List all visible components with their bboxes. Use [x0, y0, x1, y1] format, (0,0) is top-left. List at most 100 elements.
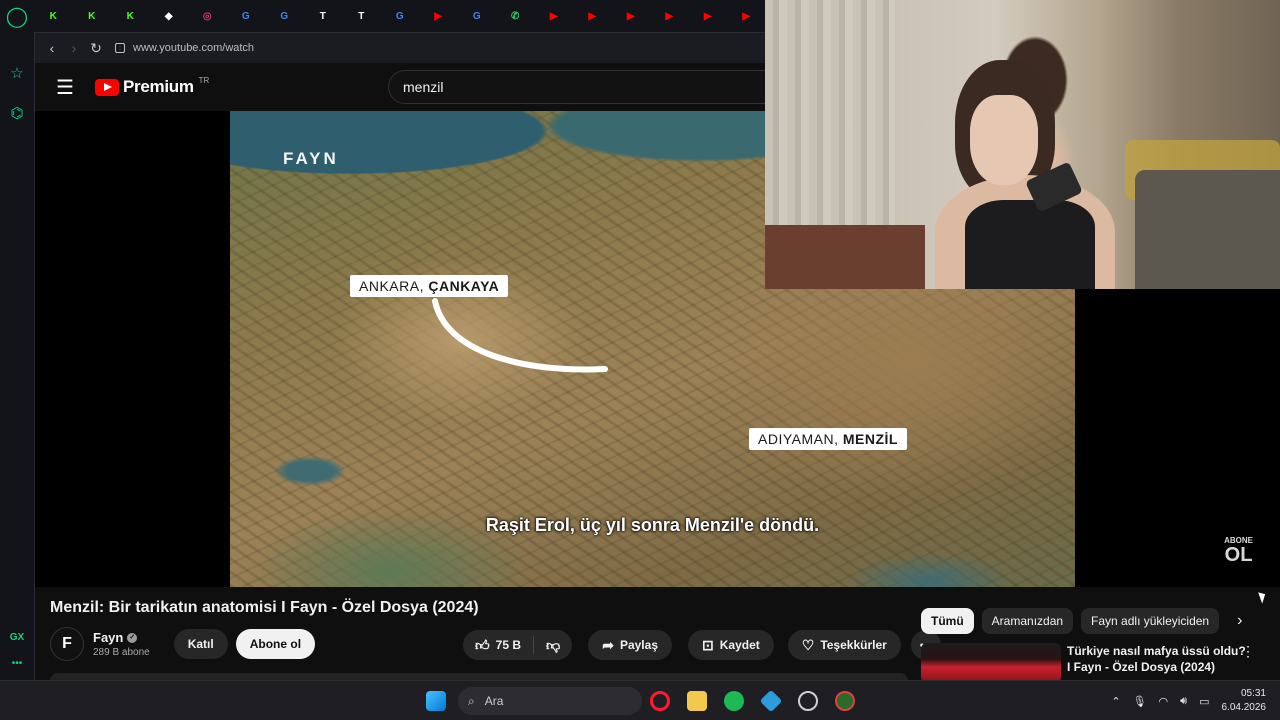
opera-gx-taskbar-icon[interactable]: [650, 691, 670, 711]
tab-icon: ◆: [164, 10, 173, 22]
youtube-icon: ▶: [742, 10, 751, 22]
like-button[interactable]: 👍︎ 75 B: [463, 630, 533, 660]
related-thumbnail[interactable]: [921, 643, 1061, 681]
system-tray: ⌃ 🎙︎ ◠ 🔊︎ ▭ 05:31 6.04.2026: [1111, 681, 1280, 720]
map-label-adiyaman-district: MENZİL: [842, 431, 898, 447]
related-video[interactable]: Türkiye nasıl mafya üssü oldu? I Fayn - …: [921, 641, 1271, 681]
chip-from-uploader[interactable]: Fayn adlı yükleyiciden: [1081, 608, 1220, 634]
bookmark-icon: ⊡: [702, 636, 714, 653]
google-icon: G: [395, 10, 404, 22]
kick-icon: K: [49, 10, 57, 22]
app-icon[interactable]: [759, 689, 783, 713]
like-count: 75 B: [495, 638, 521, 652]
thanks-label: Teşekkürler: [820, 638, 887, 652]
pinned-tab[interactable]: ▶: [573, 0, 612, 32]
chevron-right-icon[interactable]: ›: [1237, 612, 1242, 630]
webcam-overlay: [765, 0, 1280, 289]
thumbs-down-icon: 👎︎: [546, 636, 561, 653]
join-label: Katıl: [187, 637, 214, 651]
channel-info: Fayn ✓ 289 B abone: [93, 630, 150, 658]
instagram-icon: ◎: [202, 10, 212, 22]
thumbs-up-icon: 👍︎: [475, 636, 490, 653]
avatar[interactable]: F: [50, 627, 84, 661]
pinned-tab[interactable]: ◎: [188, 0, 227, 32]
video-title: Menzil: Bir tarikatın anatomisi I Fayn -…: [50, 599, 479, 616]
pinned-tab[interactable]: K: [111, 0, 150, 32]
share-button[interactable]: ➦ Paylaş: [588, 630, 672, 660]
volume-icon[interactable]: 🔊︎: [1180, 695, 1187, 708]
pinned-tab[interactable]: ▶: [650, 0, 689, 32]
back-icon[interactable]: ‹: [41, 40, 63, 56]
chevron-up-icon[interactable]: ⌃: [1111, 695, 1120, 708]
pinned-tab[interactable]: ▶: [612, 0, 651, 32]
screen: ◯ KKK◆◎GGTTG▶G✆▶▶▶▶▶▶K ☆ ⌬ GX ••• ‹ › ↻ …: [0, 0, 1280, 720]
spotify-icon[interactable]: [724, 691, 744, 711]
subscribe-label: Abone ol: [249, 637, 302, 651]
microphone-icon[interactable]: 🎙︎: [1133, 695, 1147, 708]
pinned-tab[interactable]: ▶: [419, 0, 458, 32]
pinned-tab[interactable]: ▶: [535, 0, 574, 32]
subscribe-button[interactable]: Abone ol: [235, 629, 316, 659]
related-title[interactable]: Türkiye nasıl mafya üssü oldu? I Fayn - …: [1067, 643, 1247, 675]
share-label: Paylaş: [619, 638, 658, 652]
taskbar-search[interactable]: ⌕ Ara: [458, 687, 642, 715]
pinned-tab[interactable]: G: [265, 0, 304, 32]
map-label-ankara-district: ÇANKAYA: [428, 278, 500, 294]
channel-name-row[interactable]: Fayn ✓: [93, 630, 150, 645]
gx-control-icon[interactable]: GX: [0, 632, 34, 643]
kick-icon: K: [126, 10, 134, 22]
taskbar-search-placeholder: Ara: [484, 694, 504, 708]
pinned-tab[interactable]: ✆: [496, 0, 535, 32]
webcam-face: [970, 95, 1038, 185]
related-filter-chips: Tümü Aramanızdan Fayn adlı yükleyiciden …: [921, 608, 1242, 634]
verified-icon: ✓: [127, 632, 138, 643]
thanks-button[interactable]: ♡ Teşekkürler: [787, 630, 901, 660]
app-icon[interactable]: [835, 691, 855, 711]
battery-icon[interactable]: ▭: [1199, 695, 1209, 708]
pinned-tab[interactable]: K: [73, 0, 112, 32]
logo-region: TR: [198, 75, 210, 85]
dislike-button[interactable]: 👎︎: [534, 630, 572, 660]
star-icon[interactable]: ☆: [0, 64, 34, 82]
chip-from-search[interactable]: Aramanızdan: [981, 608, 1074, 634]
whatsapp-icon: ✆: [511, 10, 520, 22]
pinned-tab[interactable]: T: [342, 0, 381, 32]
clock-date: 6.04.2026: [1221, 702, 1267, 713]
pinned-tab[interactable]: ◆: [150, 0, 189, 32]
search-input[interactable]: menzil: [388, 70, 788, 104]
subscribe-watermark[interactable]: ABONE OL: [1224, 537, 1253, 566]
forward-icon[interactable]: ›: [63, 40, 85, 56]
chip-all[interactable]: Tümü: [921, 608, 974, 634]
map-label-ankara-city: ANKARA,: [359, 278, 424, 294]
windows-start-icon[interactable]: [426, 691, 446, 711]
pinned-tab[interactable]: G: [381, 0, 420, 32]
url-field[interactable]: www.youtube.com/watch: [115, 42, 254, 54]
subscribe-watermark-big: OL: [1224, 544, 1253, 566]
lock-icon: [115, 43, 125, 53]
youtube-premium-logo[interactable]: Premium TR: [95, 75, 210, 97]
wifi-icon[interactable]: ◠: [1159, 695, 1169, 708]
pinned-tab[interactable]: G: [458, 0, 497, 32]
clock[interactable]: 05:31 6.04.2026: [1222, 687, 1267, 715]
tv-icon: T: [358, 10, 365, 22]
pinned-tab[interactable]: G: [227, 0, 266, 32]
youtube-icon: ▶: [665, 10, 674, 22]
join-button[interactable]: Katıl: [173, 629, 228, 659]
file-explorer-icon[interactable]: [687, 691, 707, 711]
obs-icon[interactable]: [798, 691, 818, 711]
webcam-floor: [765, 225, 925, 289]
opera-logo-icon[interactable]: ◯: [0, 0, 34, 32]
video-actions: 👍︎ 75 B 👎︎ ➦ Paylaş ⊡ Kaydet ♡ Teşekkürl…: [463, 630, 942, 660]
reload-icon[interactable]: ↻: [85, 40, 107, 57]
search-icon: ⌕: [468, 693, 475, 708]
pinned-tab[interactable]: K: [34, 0, 73, 32]
related-more-icon[interactable]: ⋮: [1241, 643, 1255, 660]
sidebar-more-icon[interactable]: •••: [0, 658, 34, 669]
pinned-tab[interactable]: T: [304, 0, 343, 32]
share-icon: ➦: [602, 636, 614, 653]
crypto-wallet-icon[interactable]: ⌬: [0, 104, 34, 122]
pinned-tab[interactable]: ▶: [689, 0, 728, 32]
save-button[interactable]: ⊡ Kaydet: [688, 630, 774, 660]
hamburger-menu-icon[interactable]: ☰: [35, 75, 95, 100]
pinned-tab[interactable]: ▶: [727, 0, 766, 32]
